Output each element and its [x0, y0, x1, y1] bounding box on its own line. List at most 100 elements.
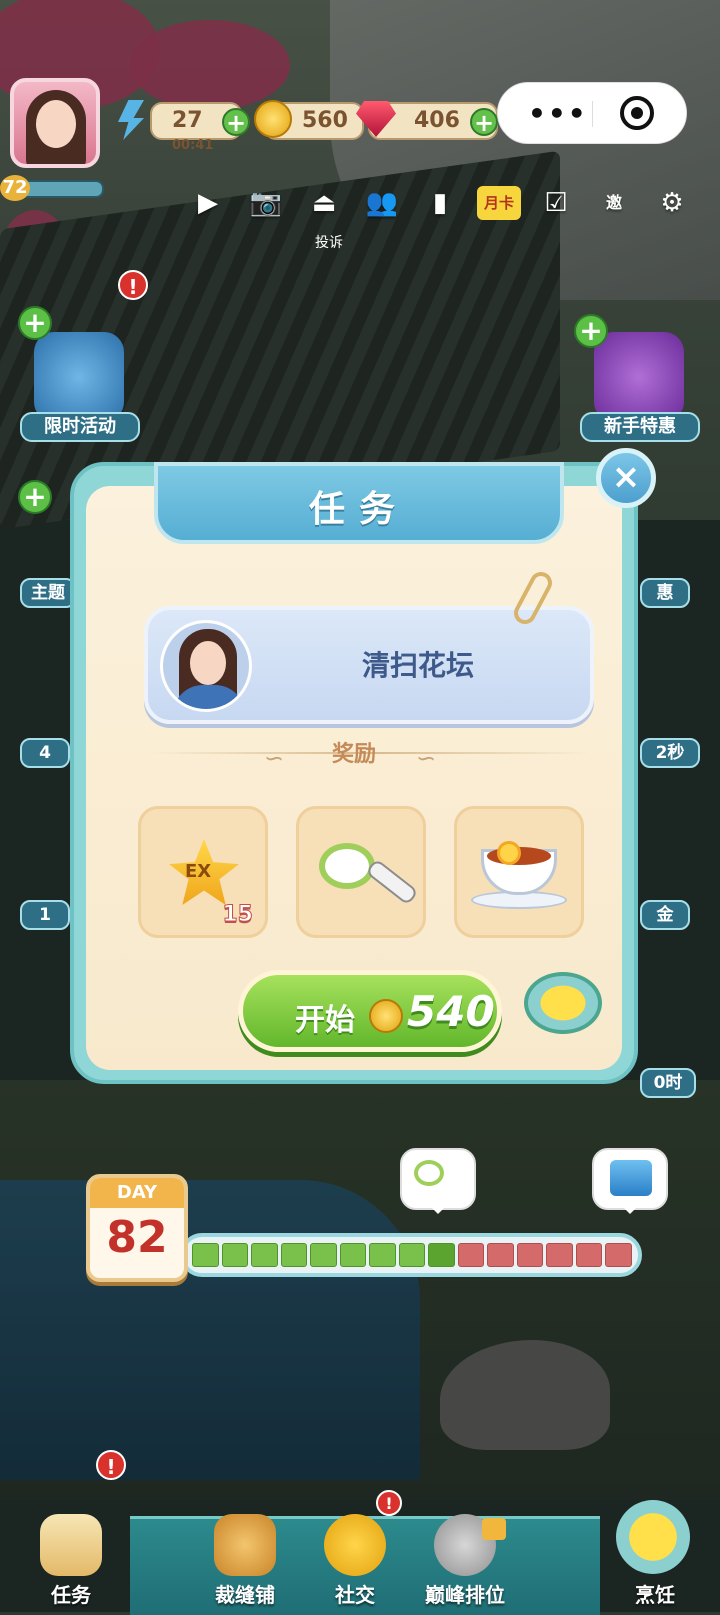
nav-cooking-label: 烹饪: [635, 1583, 675, 1607]
tasks-alert-badge: !: [96, 1450, 126, 1480]
add-energy-button[interactable]: +: [222, 108, 250, 136]
camera-icon[interactable]: 📷: [243, 180, 289, 226]
nav-ranking[interactable]: 巅峰排位: [410, 1494, 520, 1612]
task-dialog-header: 任务: [154, 462, 564, 544]
day-number: 82: [106, 1212, 168, 1263]
social-alert-badge: !: [376, 1490, 402, 1516]
progress-segment-done: [192, 1243, 219, 1267]
dialog-title: 任务: [308, 489, 409, 530]
play-icon[interactable]: ▶: [185, 180, 231, 226]
checkin-icon[interactable]: ☑: [533, 180, 579, 226]
left-timer-2: 1: [20, 900, 70, 930]
milestone-chest-bubble[interactable]: [592, 1148, 668, 1214]
book-icon[interactable]: ▮: [417, 180, 463, 226]
month-card-button[interactable]: 月卡: [477, 186, 521, 220]
nav-tailor[interactable]: 裁缝铺: [190, 1494, 300, 1612]
right-peek-1[interactable]: 惠: [640, 578, 690, 608]
lock-icon: [482, 1518, 506, 1540]
progress-segment-done: [310, 1243, 337, 1267]
reward-strainer[interactable]: [296, 806, 426, 938]
clipboard-check-icon: [40, 1514, 102, 1576]
mini-program-capsule: •••: [497, 82, 687, 144]
progress-segment-done: [398, 1243, 426, 1267]
progress-segment-done: [339, 1243, 367, 1267]
day-label: DAY: [90, 1178, 184, 1208]
coin-icon: [254, 100, 292, 138]
swirl-right-icon: ∽: [416, 744, 437, 772]
strainer-icon: [414, 1160, 444, 1186]
add-offer-button[interactable]: +: [574, 314, 608, 348]
milestone-strainer-bubble[interactable]: [400, 1148, 476, 1214]
player-avatar[interactable]: [10, 78, 100, 168]
right-peek-3[interactable]: 金: [640, 900, 690, 930]
progress-segment-done: [221, 1243, 249, 1267]
alert-badge: !: [118, 270, 148, 300]
coins-value: 560: [302, 108, 348, 133]
limited-event-button[interactable]: 限时活动: [20, 322, 140, 442]
progress-segment-pending: [457, 1243, 485, 1267]
start-task-button[interactable]: 开始 540: [238, 970, 502, 1052]
progress-segment-pending: [605, 1243, 632, 1267]
progress-segment-done: [369, 1243, 396, 1267]
settings-icon[interactable]: ⚙: [649, 180, 695, 226]
nav-social-label: 社交: [335, 1583, 375, 1607]
progress-segment-pending: [487, 1243, 514, 1267]
task-character-avatar: [160, 620, 252, 712]
more-icon[interactable]: •••: [528, 97, 588, 130]
progress-segment-done: [428, 1243, 455, 1267]
left-timer-1: 4: [20, 738, 70, 768]
gems-value: 406: [414, 108, 460, 133]
progress-segment-done: [280, 1243, 308, 1267]
toolbar: ▶ 📷 ⏏ 👥 ▮ 月卡 ☑ 邀 ⚙: [185, 172, 720, 232]
xp-bar: [20, 180, 104, 198]
cooking-pot-icon: [524, 972, 602, 1034]
theme-label[interactable]: 主题: [20, 578, 76, 608]
add-gems-button[interactable]: +: [470, 108, 498, 136]
limited-event-label: 限时活动: [20, 412, 140, 442]
close-dialog-button[interactable]: ×: [596, 448, 656, 508]
lemon-icon: [497, 841, 521, 865]
clock-icon: [34, 332, 124, 422]
progress-segment-done: [251, 1243, 278, 1267]
coin-icon: [369, 999, 403, 1033]
reward-exp-name: EX: [185, 861, 212, 882]
reward-lemon-tea[interactable]: [454, 806, 584, 938]
nav-cooking[interactable]: 烹饪: [600, 1494, 710, 1612]
start-cost: 540: [407, 987, 495, 1036]
day-calendar[interactable]: DAY 82: [86, 1174, 188, 1282]
gift-icon: [594, 332, 684, 422]
rewards-label: 奖励: [331, 742, 376, 767]
nav-tasks-label: 任务: [51, 1583, 91, 1607]
report-caption: 投诉: [315, 235, 343, 251]
cooking-pot-icon: [616, 1500, 690, 1574]
thread-spool-icon: [214, 1514, 276, 1576]
add-event-button[interactable]: +: [18, 306, 52, 340]
bottom-nav: 任务 ! 裁缝铺 社交 ! 巅峰排位 烹饪: [0, 1450, 720, 1615]
report-icon[interactable]: ⏏: [301, 180, 347, 226]
start-label: 开始: [295, 1003, 355, 1038]
energy-timer: 00:41: [172, 138, 214, 153]
friends-icon[interactable]: 👥: [359, 180, 405, 226]
progress-segment-pending: [516, 1243, 544, 1267]
nav-ranking-label: 巅峰排位: [425, 1583, 505, 1607]
add-theme-button[interactable]: +: [18, 480, 52, 514]
progress-segment-pending: [546, 1243, 573, 1267]
reward-exp[interactable]: EX 15: [138, 806, 268, 938]
level-badge: 72: [0, 175, 30, 201]
right-peek-2: 2秒: [640, 738, 700, 768]
nav-tailor-label: 裁缝铺: [215, 1583, 275, 1607]
progress-segment-pending: [575, 1243, 603, 1267]
day-progress-segments: [192, 1243, 632, 1267]
reward-exp-count: 15: [222, 902, 254, 928]
invite-icon[interactable]: 邀: [591, 180, 637, 226]
task-name: 清扫花坛: [361, 649, 474, 682]
task-dialog-body: 清扫花坛 ∽ 奖励 ∽ EX 15 开始 540: [86, 486, 622, 1070]
strainer-icon: [319, 843, 375, 889]
energy-value: 27: [172, 108, 203, 133]
chest-icon: [610, 1160, 652, 1196]
newbie-offer-label: 新手特惠: [580, 412, 700, 442]
task-dialog: 清扫花坛 ∽ 奖励 ∽ EX 15 开始 540 任务: [70, 462, 638, 1084]
nav-tasks[interactable]: 任务: [16, 1494, 126, 1612]
close-miniprogram-icon[interactable]: [620, 96, 654, 130]
social-face-icon: [324, 1514, 386, 1576]
